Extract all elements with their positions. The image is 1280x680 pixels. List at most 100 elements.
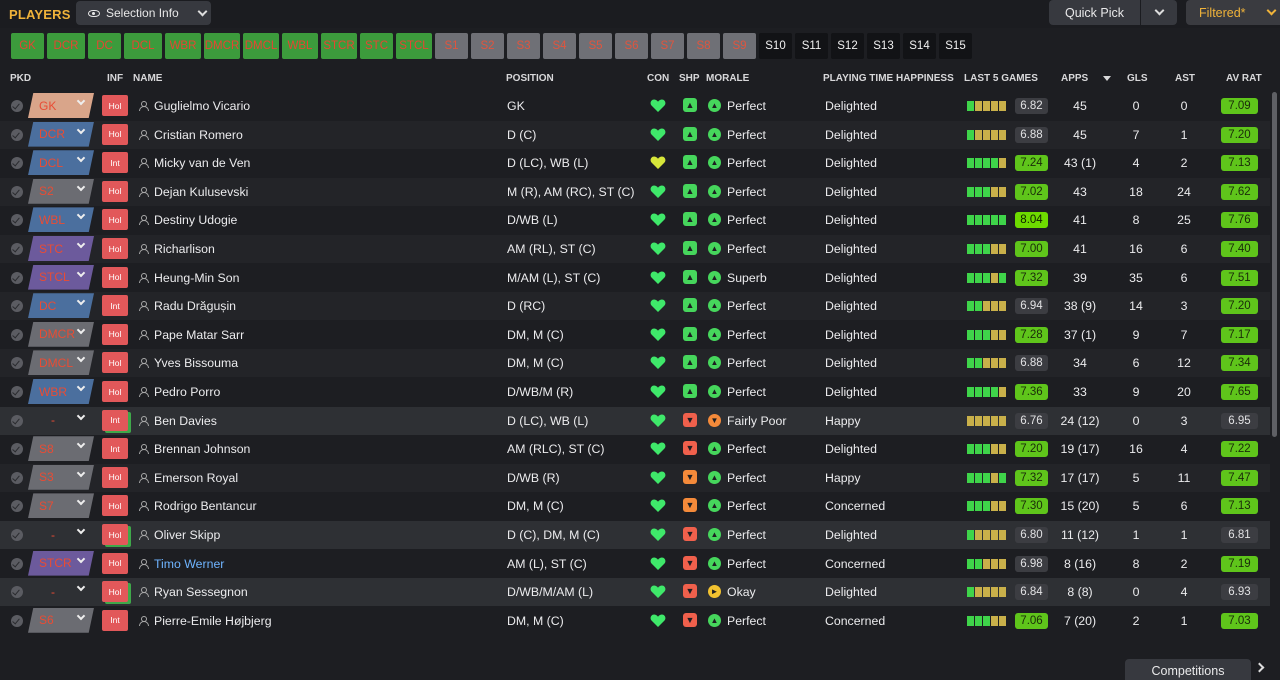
pick-check-icon[interactable] [11, 500, 23, 513]
position-tab-stc[interactable]: STC [360, 33, 393, 59]
pick-check-icon[interactable] [11, 128, 23, 141]
picked-position-dropdown[interactable]: S6 [28, 607, 94, 633]
player-name[interactable]: Emerson Royal [154, 471, 238, 485]
picked-position-dropdown[interactable]: STCR [28, 550, 94, 576]
inf-badge[interactable]: Hol [102, 180, 128, 202]
picked-position-dropdown[interactable]: WBR [28, 379, 94, 404]
player-name[interactable]: Cristian Romero [154, 128, 243, 142]
col-pkd[interactable]: PKD [10, 73, 31, 84]
position-tab-stcl[interactable]: STCL [396, 33, 432, 59]
table-row[interactable]: DC Int Radu Drăgușin D (RC) ▲ ▲ Perfect Delight… [0, 292, 1270, 321]
pick-check-icon[interactable] [11, 586, 23, 599]
position-tab-s1[interactable]: S1 [435, 33, 468, 59]
position-tab-s11[interactable]: S11 [795, 33, 828, 59]
player-name[interactable]: Guglielmo Vicario [154, 99, 250, 113]
col-ast[interactable]: AST [1175, 73, 1195, 84]
col-avrat[interactable]: AV RAT [1226, 73, 1262, 84]
player-name[interactable]: Richarlison [154, 242, 215, 256]
picked-position-dropdown[interactable]: S7 [28, 493, 94, 519]
table-row[interactable]: DCL Int Micky van de Ven D (LC), WB (L) ▲ ▲ Pe… [0, 149, 1270, 177]
inf-badge[interactable]: Hol [102, 495, 128, 517]
inf-badge[interactable]: Hol [102, 238, 128, 259]
position-tab-s3[interactable]: S3 [507, 33, 540, 59]
table-row[interactable]: GK Hol Guglielmo Vicario GK ▲ ▲ Perfect Delight… [0, 92, 1270, 120]
picked-position-dropdown[interactable]: - [28, 408, 94, 433]
player-name[interactable]: Pape Matar Sarr [154, 328, 244, 342]
picked-position-dropdown[interactable]: STCL [28, 264, 94, 290]
player-name[interactable]: Brennan Johnson [154, 442, 250, 456]
table-row[interactable]: S2 Hol Dejan Kulusevski M (R), AM (RC), ST … [0, 177, 1270, 206]
inf-badge[interactable]: Hol [102, 266, 128, 288]
table-row[interactable]: WBL Hol Destiny Udogie D/WB (L) ▲ ▲ Perfect Del… [0, 206, 1270, 234]
quick-pick-dropdown[interactable] [1141, 0, 1177, 25]
pick-check-icon[interactable] [11, 243, 23, 255]
picked-position-dropdown[interactable]: WBL [28, 207, 94, 233]
position-tab-s9[interactable]: S9 [723, 33, 756, 59]
table-row[interactable]: DCR Hol Cristian Romero D (C) ▲ ▲ Perfect Delig… [0, 120, 1270, 149]
col-con[interactable]: CON [647, 73, 669, 84]
table-row[interactable]: STC Hol Richarlison AM (RL), ST (C) ▲ ▲ Perfec… [0, 235, 1270, 263]
inf-badge[interactable]: Int [102, 409, 128, 431]
position-tab-s15[interactable]: S15 [939, 33, 972, 59]
table-row[interactable]: - Hol Oliver Skipp D (C), DM, M (C) ▼ ▲ Perfec… [0, 521, 1270, 549]
player-name[interactable]: Ben Davies [154, 414, 217, 428]
position-tab-dmcl[interactable]: DMCL [243, 33, 279, 59]
pick-check-icon[interactable] [11, 471, 23, 484]
pick-check-icon[interactable] [11, 214, 23, 227]
col-shp[interactable]: SHP [679, 73, 700, 84]
pick-check-icon[interactable] [11, 157, 23, 170]
position-tab-s8[interactable]: S8 [687, 33, 720, 59]
pick-check-icon[interactable] [11, 414, 23, 427]
chevron-right-icon[interactable] [1254, 662, 1265, 673]
pick-check-icon[interactable] [11, 328, 23, 341]
selection-info-dropdown[interactable]: Selection Info [76, 1, 211, 25]
pick-check-icon[interactable] [11, 386, 23, 398]
picked-position-dropdown[interactable]: S8 [28, 436, 94, 462]
inf-badge[interactable]: Hol [102, 524, 128, 545]
picked-position-dropdown[interactable]: - [28, 579, 94, 604]
pick-check-icon[interactable] [11, 185, 23, 198]
pick-check-icon[interactable] [11, 529, 23, 541]
col-gls[interactable]: GLS [1127, 73, 1148, 84]
filter-dropdown[interactable]: Filtered* [1186, 0, 1280, 25]
inf-badge[interactable]: Hol [102, 381, 128, 402]
col-name[interactable]: NAME [133, 73, 162, 84]
inf-badge[interactable]: Hol [102, 466, 128, 488]
quick-pick-button[interactable]: Quick Pick [1049, 0, 1140, 25]
position-tab-dmcr[interactable]: DMCR [204, 33, 240, 59]
position-tab-dcr[interactable]: DCR [47, 33, 85, 59]
col-morale[interactable]: MORALE [706, 73, 749, 84]
col-position[interactable]: POSITION [506, 73, 554, 84]
position-tab-s4[interactable]: S4 [543, 33, 576, 59]
player-name[interactable]: Pierre-Emile Højbjerg [154, 614, 272, 628]
inf-badge[interactable]: Hol [102, 209, 128, 231]
player-name[interactable]: Ryan Sessegnon [154, 585, 248, 599]
pick-check-icon[interactable] [11, 614, 23, 627]
picked-position-dropdown[interactable]: DMCR [28, 321, 94, 347]
player-name[interactable]: Oliver Skipp [154, 528, 220, 542]
picked-position-dropdown[interactable]: DMCL [28, 350, 94, 376]
inf-badge[interactable]: Int [102, 438, 128, 460]
picked-position-dropdown[interactable]: S3 [28, 464, 94, 490]
table-row[interactable]: S6 Int Pierre-Emile Højbjerg DM, M (C) ▼ ▲ Per… [0, 607, 1270, 635]
pick-check-icon[interactable] [11, 100, 23, 112]
col-playing-time[interactable]: PLAYING TIME HAPPINESS [823, 73, 954, 84]
position-tab-s6[interactable]: S6 [615, 33, 648, 59]
col-inf[interactable]: INF [107, 73, 123, 84]
table-row[interactable]: - Int Ben Davies D (LC), WB (L) ▼ ▼ Fairly Poo… [0, 406, 1270, 435]
inf-badge[interactable]: Int [102, 152, 128, 174]
pick-check-icon[interactable] [11, 557, 23, 570]
picked-position-dropdown[interactable]: DC [28, 293, 94, 319]
position-tab-dcl[interactable]: DCL [124, 33, 162, 59]
inf-badge[interactable]: Hol [102, 352, 128, 374]
position-tab-s10[interactable]: S10 [759, 33, 792, 59]
inf-badge[interactable]: Hol [102, 95, 128, 116]
table-row[interactable]: DMCR Hol Pape Matar Sarr DM, M (C) ▲ ▲ Perfect… [0, 321, 1270, 349]
picked-position-dropdown[interactable]: S2 [28, 178, 94, 204]
inf-badge[interactable]: Hol [102, 552, 128, 574]
position-tab-s5[interactable]: S5 [579, 33, 612, 59]
picked-position-dropdown[interactable]: DCR [28, 121, 94, 147]
col-last5[interactable]: LAST 5 GAMES [964, 73, 1038, 84]
player-name[interactable]: Timo Werner [154, 557, 224, 571]
pick-check-icon[interactable] [11, 357, 23, 370]
